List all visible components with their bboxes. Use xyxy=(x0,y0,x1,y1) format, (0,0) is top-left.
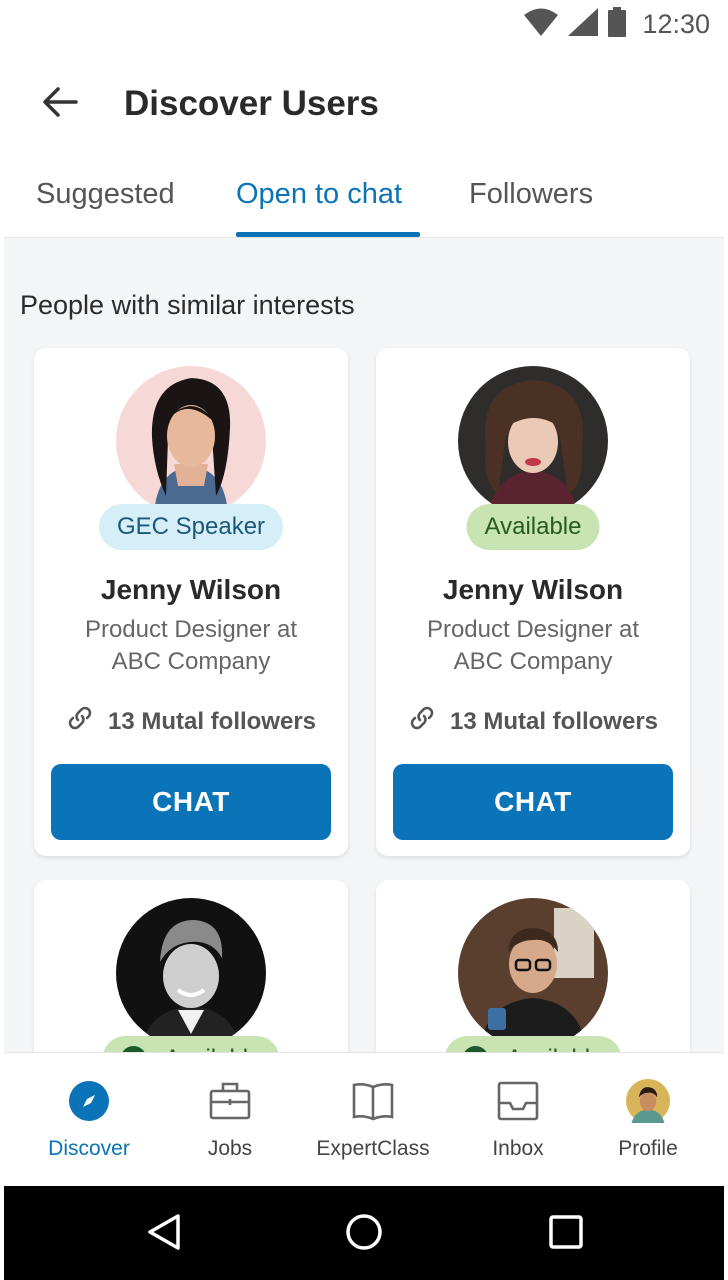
recents-square-icon[interactable] xyxy=(544,1210,588,1254)
app-header: Discover Users xyxy=(0,60,728,150)
system-navigation-bar xyxy=(4,1186,724,1280)
user-card: Available xyxy=(376,880,690,1058)
mutual-followers-label: 13 Mutal followers xyxy=(449,707,659,735)
active-tab-indicator xyxy=(236,232,420,237)
chat-button[interactable]: CHAT xyxy=(51,764,331,840)
user-role: Product Designer at ABC Company xyxy=(34,614,348,678)
link-icon xyxy=(66,704,94,739)
status-badge: Available xyxy=(466,504,600,550)
compass-icon xyxy=(67,1079,111,1123)
nav-label: Profile xyxy=(618,1137,678,1160)
role-title: Product Designer at xyxy=(84,616,298,643)
mutual-followers: 13 Mutal followers xyxy=(34,704,348,739)
user-name: Jenny Wilson xyxy=(100,574,282,605)
tab-bar: Suggested Open to chat Followers xyxy=(4,160,724,238)
status-time: 12:30 xyxy=(642,8,710,39)
discover-users-screen: 12:30 Discover Users Suggested Open to c… xyxy=(0,0,728,1280)
user-card: GEC Speaker Jenny Wilson Product Designe… xyxy=(34,348,348,856)
battery-icon xyxy=(608,6,627,42)
nav-profile[interactable]: Profile xyxy=(598,1053,698,1187)
user-card: Available xyxy=(34,880,348,1058)
user-avatar xyxy=(116,366,266,516)
user-avatar xyxy=(458,366,608,516)
inbox-icon xyxy=(496,1079,540,1123)
home-circle-icon[interactable] xyxy=(342,1210,386,1254)
content-area: People with similar interests GEC Speake… xyxy=(4,238,724,1058)
status-icons: 12:30 xyxy=(524,6,710,42)
nav-label: ExpertClass xyxy=(316,1137,430,1160)
role-title: Product Designer at xyxy=(426,616,640,643)
role-company: ABC Company xyxy=(111,648,271,675)
briefcase-icon xyxy=(208,1079,252,1123)
status-bar: 12:30 xyxy=(0,0,728,48)
cell-signal-icon xyxy=(568,7,599,41)
user-role: Product Designer at ABC Company xyxy=(376,614,690,678)
link-icon xyxy=(408,704,436,739)
nav-label: Discover xyxy=(48,1137,130,1160)
avatar xyxy=(626,1079,670,1123)
nav-label: Inbox xyxy=(492,1137,544,1160)
back-button[interactable] xyxy=(38,82,82,126)
nav-jobs[interactable]: Jobs xyxy=(180,1053,280,1187)
bottom-navigation: Discover Jobs ExpertClass Inbox Profile xyxy=(4,1052,724,1186)
arrow-left-icon xyxy=(42,86,78,123)
user-avatar xyxy=(458,898,608,1048)
wifi-icon xyxy=(524,8,559,41)
section-title: People with similar interests xyxy=(20,290,355,320)
user-avatar xyxy=(116,898,266,1048)
mutual-followers: 13 Mutal followers xyxy=(376,704,690,739)
chat-button[interactable]: CHAT xyxy=(393,764,673,840)
user-card: Available Jenny Wilson Product Designer … xyxy=(376,348,690,856)
tab-followers[interactable]: Followers xyxy=(469,178,593,211)
nav-label: Jobs xyxy=(207,1137,253,1160)
tab-suggested[interactable]: Suggested xyxy=(36,178,175,211)
user-name: Jenny Wilson xyxy=(442,574,624,605)
status-badge: GEC Speaker xyxy=(98,504,284,550)
tab-open-to-chat[interactable]: Open to chat xyxy=(236,178,402,211)
nav-expertclass[interactable]: ExpertClass xyxy=(304,1053,442,1187)
role-company: ABC Company xyxy=(453,648,613,675)
nav-discover[interactable]: Discover xyxy=(28,1053,150,1187)
mutual-followers-label: 13 Mutal followers xyxy=(107,707,317,735)
page-title: Discover Users xyxy=(124,84,379,123)
nav-inbox[interactable]: Inbox xyxy=(468,1053,568,1187)
book-icon xyxy=(351,1079,395,1123)
back-triangle-icon[interactable] xyxy=(142,1210,186,1254)
